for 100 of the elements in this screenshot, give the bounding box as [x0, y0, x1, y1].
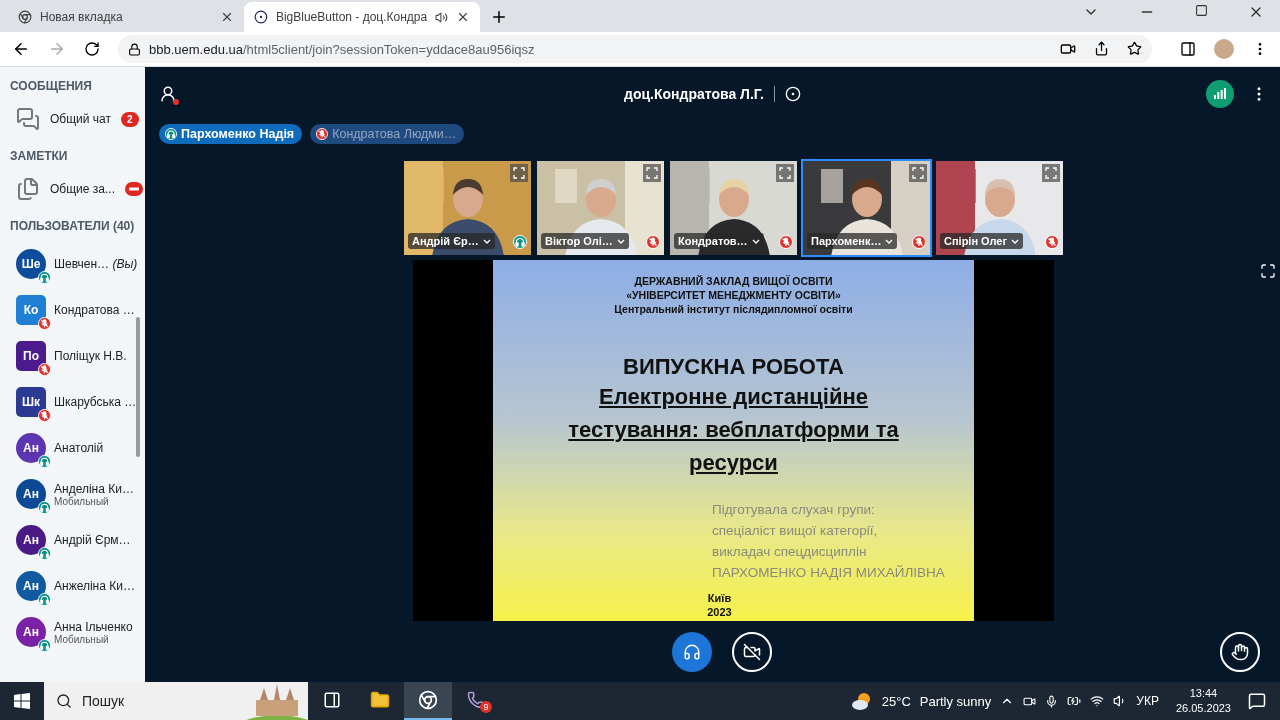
video-name[interactable]: Андрій Єр…	[408, 233, 495, 249]
temperature: 25°C	[881, 693, 911, 709]
star-icon[interactable]	[1127, 41, 1142, 56]
slide-subtitle: Електронне дистанційне тестування: вебплатформи та ресурси	[567, 383, 900, 477]
notifications-icon[interactable]	[1248, 692, 1266, 710]
video-name[interactable]: Пархоменк…	[807, 233, 898, 249]
raise-hand-button[interactable]	[1220, 632, 1260, 672]
user-item[interactable]: Ко Кондратова …	[0, 287, 145, 333]
talker-pill[interactable]: Пархоменко Надія	[159, 124, 303, 144]
user-device: Мобильный	[54, 495, 110, 507]
user-item[interactable]: По Поліщук Н.В.	[0, 333, 145, 379]
users-toggle-button[interactable]	[159, 85, 177, 103]
user-item[interactable]: Ан Анделіна Ки… Мобильный	[0, 471, 145, 517]
notes-label: Общие за...	[50, 182, 115, 196]
user-item[interactable]: Ан Анатолій	[0, 425, 145, 471]
search-field[interactable]: Пошук	[44, 682, 308, 720]
section-title: ЗАМЕТКИ	[9, 148, 69, 165]
lock-icon	[128, 42, 141, 56]
slide-text: Центральний інститут післядипломної освіти	[614, 302, 853, 316]
share-icon[interactable]	[1094, 41, 1109, 56]
user-item[interactable]: Ан Анна Ільченко Мобильный	[0, 609, 145, 655]
section-title: СООБЩЕНИЯ	[9, 78, 93, 95]
reload-icon[interactable]	[84, 41, 100, 57]
video-name[interactable]: Спірін Олег	[940, 233, 1024, 249]
video-tile[interactable]: Андрій Єр…	[402, 159, 533, 257]
fullscreen-icon[interactable]	[776, 164, 794, 182]
back-icon[interactable]	[12, 40, 30, 58]
slide-text: ПАРХОМЕНКО НАДІЯ МИХАЙЛІВНА	[712, 564, 946, 582]
caret-icon[interactable]	[1011, 238, 1020, 244]
notes-icon	[16, 177, 40, 201]
notes-item[interactable]: Общие за...	[0, 171, 145, 207]
fullscreen-icon[interactable]	[510, 164, 528, 182]
user-name: Анна Ільченко	[54, 619, 133, 634]
slide-text: спеціаліст вищої категорії,	[712, 522, 879, 540]
task-view-icon	[323, 691, 341, 709]
wifi-icon[interactable]	[1090, 694, 1105, 708]
fullscreen-icon[interactable]	[1042, 164, 1060, 182]
user-item[interactable]: Ше Шевчен… (Вы)	[0, 241, 145, 287]
tab-title: Новая вкладка	[40, 10, 124, 24]
record-icon	[784, 86, 801, 102]
caret-icon[interactable]	[751, 238, 760, 244]
caret-icon[interactable]	[616, 238, 625, 244]
fullscreen-icon	[1260, 263, 1276, 279]
side-panel-icon[interactable]	[1180, 41, 1196, 57]
chrome-icon	[18, 10, 32, 24]
slide-text: «УНІВЕРСИТЕТ МЕНЕДЖМЕНТУ ОСВІТИ»	[625, 288, 842, 302]
search-icon	[56, 693, 72, 709]
user-item[interactable]: Шк Шкарубська …	[0, 379, 145, 425]
slide-text: Київ	[707, 591, 732, 605]
talker-pill[interactable]: Кондратова Людми…	[310, 124, 465, 144]
meeting-title: доц.Кондратова Л.Г.	[624, 86, 775, 102]
connection-icon[interactable]	[1206, 80, 1234, 108]
new-tab-icon[interactable]	[490, 8, 508, 26]
chrome-button[interactable]	[404, 682, 452, 720]
user-item[interactable]: Ан Анжеліна Ки…	[0, 563, 145, 609]
windows-icon	[14, 693, 30, 709]
unread-count: 2	[121, 111, 139, 127]
chat-icon	[16, 107, 40, 131]
camera-icon[interactable]	[1060, 41, 1076, 57]
caret-icon[interactable]	[885, 238, 894, 244]
user-item[interactable]: Ан Андрій Єрм…	[0, 517, 145, 563]
address-field[interactable]: bbb.uem.edu.ua/html5client/join?sessionToken=yddace8au956iqsz	[118, 35, 1152, 63]
video-off-button[interactable]	[731, 631, 772, 672]
video-tile[interactable]: Віктор Олі…	[535, 159, 666, 257]
fullscreen-icon[interactable]	[909, 164, 927, 182]
user-name: Шевчен… (Вы)	[54, 257, 138, 271]
fullscreen-button[interactable]	[1260, 263, 1276, 279]
video-name[interactable]: Віктор Олі…	[541, 233, 629, 249]
video-tile[interactable]: Спірін Олег	[934, 159, 1065, 257]
chat-item[interactable]: Общий чат 2	[0, 101, 145, 137]
fullscreen-icon[interactable]	[643, 164, 661, 182]
slide-text: ДЕРЖАВНИЙ ЗАКЛАД ВИЩОЇ ОСВІТИ	[633, 274, 834, 288]
caret-icon[interactable]	[482, 238, 491, 244]
user-name: Анатолій	[54, 441, 104, 455]
close-icon[interactable]	[220, 10, 234, 24]
weather-text: Partly sunny	[919, 693, 992, 709]
microphone-icon[interactable]	[1045, 694, 1059, 708]
section-title: ПОЛЬЗОВАТЕЛИ (40)	[9, 218, 136, 235]
user-name: Шкарубська …	[54, 395, 137, 409]
clock[interactable]: 13:44 26.05.2023	[1175, 686, 1231, 716]
user-name: Кондратова …	[54, 303, 135, 317]
site-icon	[254, 10, 268, 24]
slide-text: викладач спецдисциплін	[712, 543, 868, 561]
user-name: Анжеліна Ки…	[54, 579, 135, 593]
weather-icon	[850, 691, 873, 711]
speaker-icon	[435, 10, 449, 24]
chat-label: Общий чат	[50, 112, 111, 126]
maximize-icon[interactable]	[1195, 4, 1208, 17]
audio-button[interactable]	[671, 631, 712, 672]
video-tile[interactable]: Пархоменк…	[801, 159, 932, 257]
close-icon[interactable]	[456, 10, 470, 24]
browser-tab[interactable]: BigBlueButton - доц.Кондра	[244, 2, 480, 32]
language-indicator[interactable]: УКР	[1136, 694, 1159, 708]
video-name[interactable]: Кондратов…	[674, 233, 764, 249]
browser-tab[interactable]: Новая вкладка	[8, 2, 244, 32]
slide-text: 2023	[707, 605, 732, 619]
viber-button[interactable]: 9	[452, 682, 500, 720]
video-tile[interactable]: Кондратов…	[668, 159, 799, 257]
battery-icon[interactable]	[1067, 694, 1082, 708]
chrome-icon	[418, 690, 438, 710]
